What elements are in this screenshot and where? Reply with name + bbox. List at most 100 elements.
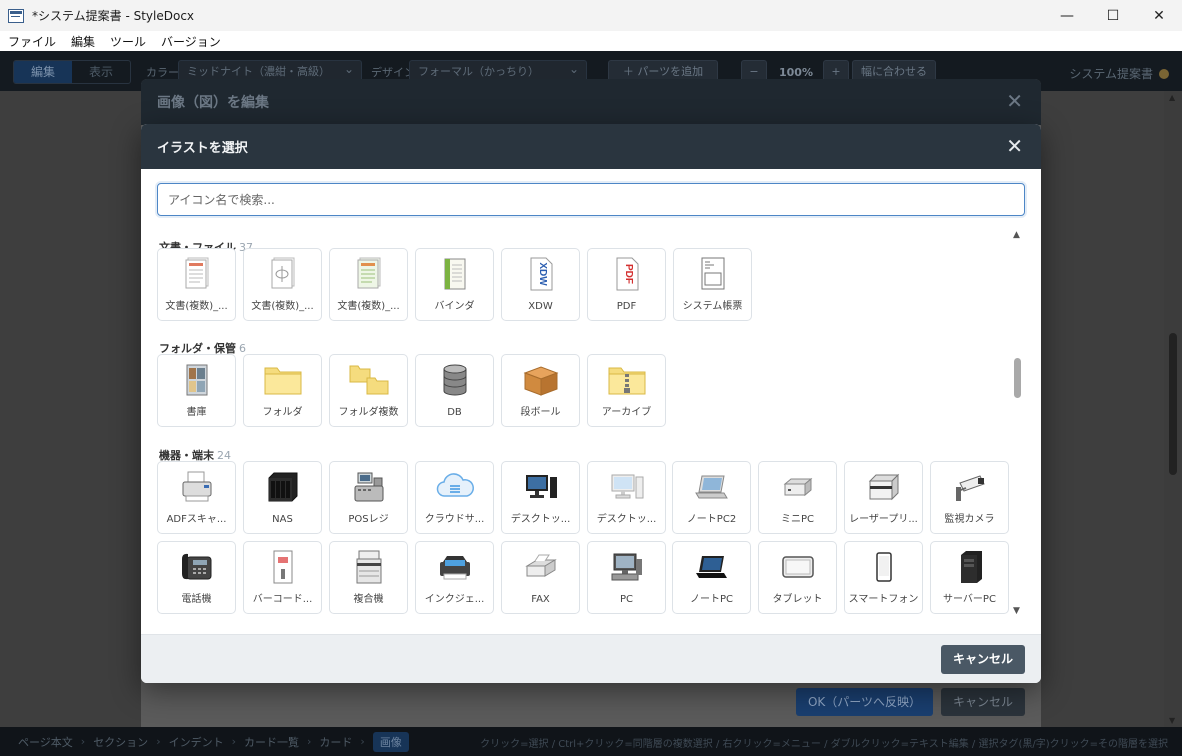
tile-document-stack-green[interactable]: 文書(複数)_... xyxy=(329,248,408,321)
tile-label: デスクトッ... xyxy=(510,514,571,525)
tile-xdw[interactable]: XDW XDW xyxy=(501,248,580,321)
tile-barcode-reader[interactable]: バーコード... xyxy=(243,541,322,614)
tile-label: 文書(複数)_... xyxy=(251,301,314,312)
breadcrumb-section[interactable]: セクション xyxy=(93,734,148,750)
editor-scrollbar[interactable]: ▲ ▼ xyxy=(1164,91,1182,727)
close-icon[interactable]: ✕ xyxy=(1006,136,1023,156)
telephone-icon xyxy=(158,548,235,586)
tile-laptop[interactable]: ノートPC xyxy=(672,541,751,614)
database-icon xyxy=(416,361,493,399)
tile-label: インクジェ... xyxy=(424,594,485,605)
ok-apply-button[interactable]: OK（パーツへ反映） xyxy=(796,688,933,716)
xdw-file-icon: XDW xyxy=(502,255,579,293)
breadcrumb-image[interactable]: 画像 xyxy=(372,731,409,752)
tile-zip-archive[interactable]: アーカイブ xyxy=(587,354,666,427)
tile-pc[interactable]: PC xyxy=(587,541,666,614)
tile-telephone[interactable]: 電話機 xyxy=(157,541,236,614)
unsaved-dot-icon xyxy=(1159,68,1169,79)
cancel-button[interactable]: キャンセル xyxy=(941,645,1025,674)
illustration-scrollbar[interactable]: ▲ ▼ xyxy=(1010,228,1025,616)
mini-pc-icon xyxy=(759,468,836,506)
breadcrumb-page-body[interactable]: ページ本文 xyxy=(18,734,73,750)
tablet-icon xyxy=(759,548,836,586)
nas-icon xyxy=(244,468,321,506)
menu-tools[interactable]: ツール xyxy=(110,33,146,50)
tile-cloud-server[interactable]: クラウドサ... xyxy=(415,461,494,534)
adf-scanner-icon xyxy=(158,468,235,506)
close-window-button[interactable]: ✕ xyxy=(1136,0,1182,31)
document-name: システム提案書 xyxy=(1069,65,1169,82)
tile-cardboard-box[interactable]: 段ボール xyxy=(501,354,580,427)
tile-archive-shelf[interactable]: 書庫 xyxy=(157,354,236,427)
tile-label: POSレジ xyxy=(348,514,389,525)
tile-desktop-pc-white[interactable]: デスクトッ... xyxy=(587,461,666,534)
tile-tablet[interactable]: タブレット xyxy=(758,541,837,614)
menu-file[interactable]: ファイル xyxy=(8,33,56,50)
tile-pdf[interactable]: PDF PDF xyxy=(587,248,666,321)
document-stack-green-icon xyxy=(330,255,407,293)
tile-label: システム帳票 xyxy=(682,301,743,312)
tile-desktop-pc[interactable]: デスクトッ... xyxy=(501,461,580,534)
back-cancel-button[interactable]: キャンセル xyxy=(941,688,1025,716)
breadcrumb-card-list[interactable]: カード一覧 xyxy=(244,734,299,750)
tile-document-stack-red[interactable]: 文書(複数)_... xyxy=(157,248,236,321)
tile-label: タブレット xyxy=(772,594,823,605)
status-hint: クリック=選択 / Ctrl+クリック=同階層の複数選択 / 右クリック=メニュ… xyxy=(480,739,1168,750)
tile-label: PC xyxy=(619,594,633,605)
laptop-silver-icon xyxy=(673,468,750,506)
archive-shelf-icon xyxy=(158,361,235,399)
tile-label: フォルダ xyxy=(262,407,303,418)
scroll-up-arrow-icon[interactable]: ▲ xyxy=(1013,230,1020,240)
tile-label: 監視カメラ xyxy=(944,514,995,525)
tile-folder[interactable]: フォルダ xyxy=(243,354,322,427)
laser-printer-icon xyxy=(845,468,922,506)
tile-mini-pc[interactable]: ミニPC xyxy=(758,461,837,534)
breadcrumb-indent[interactable]: インデント xyxy=(169,734,224,750)
tile-pos-register[interactable]: POSレジ xyxy=(329,461,408,534)
pdf-file-icon: PDF xyxy=(588,255,665,293)
tile-security-camera[interactable]: 監視カメラ xyxy=(930,461,1009,534)
tile-inkjet-printer[interactable]: インクジェ... xyxy=(415,541,494,614)
status-bar: ページ本文 › セクション › インデント › カード一覧 › カード › 画像… xyxy=(0,727,1182,756)
tile-smartphone[interactable]: スマートフォン xyxy=(844,541,923,614)
illustration-list: 文書・ファイル37 文書(複数)_... 文書(複数)_... 文書(複数)_.… xyxy=(141,228,1025,616)
document-stack-red-icon xyxy=(158,255,235,293)
tile-label: 電話機 xyxy=(181,594,212,605)
minimize-button[interactable]: — xyxy=(1044,0,1090,31)
smartphone-icon xyxy=(845,548,922,586)
scroll-down-arrow-icon[interactable]: ▼ xyxy=(1169,716,1175,725)
inkjet-printer-icon xyxy=(416,548,493,586)
folder-icon xyxy=(244,361,321,399)
menu-version[interactable]: バージョン xyxy=(161,33,221,50)
document-name-label: システム提案書 xyxy=(1069,67,1153,81)
menu-edit[interactable]: 編集 xyxy=(71,33,95,50)
system-form-icon xyxy=(674,255,751,293)
close-icon[interactable]: ✕ xyxy=(1006,91,1023,111)
scroll-down-arrow-icon[interactable]: ▼ xyxy=(1013,606,1020,616)
tile-nas[interactable]: NAS xyxy=(243,461,322,534)
tile-label: ノートPC2 xyxy=(686,514,737,525)
search-input[interactable] xyxy=(157,183,1025,216)
editor-scroll-thumb[interactable] xyxy=(1169,333,1177,475)
tile-laser-printer[interactable]: レーザープリ... xyxy=(844,461,923,534)
tile-laptop-silver[interactable]: ノートPC2 xyxy=(672,461,751,534)
tile-label: スマートフォン xyxy=(848,594,919,605)
scroll-thumb[interactable] xyxy=(1014,358,1021,398)
tile-system-form[interactable]: システム帳票 xyxy=(673,248,752,321)
tile-label: デスクトッ... xyxy=(596,514,657,525)
mode-edit-button[interactable]: 編集 xyxy=(14,61,73,83)
tile-db[interactable]: DB xyxy=(415,354,494,427)
maximize-button[interactable]: ☐ xyxy=(1090,0,1136,31)
scroll-up-arrow-icon[interactable]: ▲ xyxy=(1169,93,1175,102)
tile-document-stack-diagram[interactable]: 文書(複数)_... xyxy=(243,248,322,321)
tile-folders[interactable]: フォルダ複数 xyxy=(329,354,408,427)
mode-view-button[interactable]: 表示 xyxy=(72,61,130,83)
tile-label: 段ボール xyxy=(520,407,561,418)
tile-server-pc[interactable]: サーバーPC xyxy=(930,541,1009,614)
tile-adf-scanner[interactable]: ADFスキャ... xyxy=(157,461,236,534)
breadcrumb-card[interactable]: カード xyxy=(319,734,352,750)
tile-multifunction-printer[interactable]: 複合機 xyxy=(329,541,408,614)
tile-label: ADFスキャ... xyxy=(166,514,227,525)
tile-binder[interactable]: バインダ xyxy=(415,248,494,321)
tile-fax[interactable]: FAX xyxy=(501,541,580,614)
